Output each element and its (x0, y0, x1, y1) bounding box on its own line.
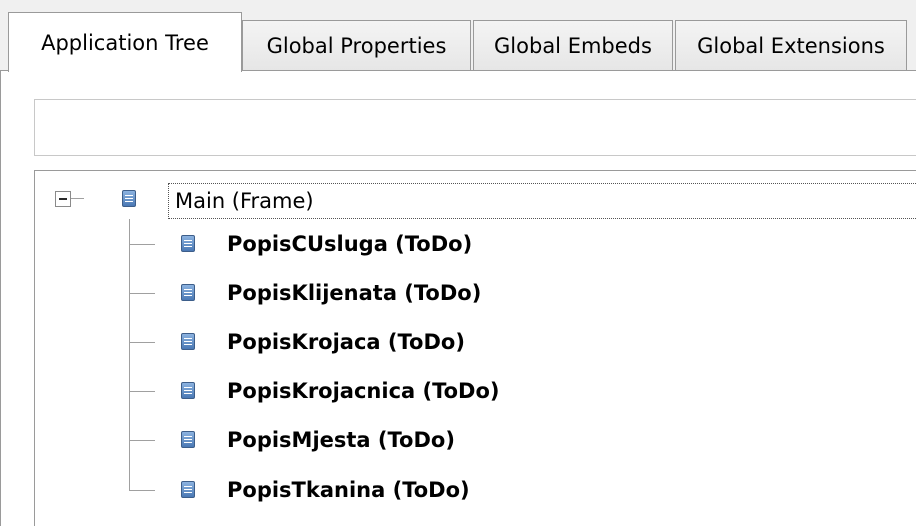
tree-connector (71, 198, 84, 199)
tree-connector (129, 440, 155, 441)
tree-connector (129, 293, 155, 294)
tree-connector (129, 342, 155, 343)
tree-connector (129, 391, 155, 392)
app-window: Application Tree Global Properties Globa… (0, 0, 916, 526)
tab-global-extensions[interactable]: Global Extensions (675, 20, 907, 71)
tab-strip: Application Tree Global Properties Globa… (0, 0, 916, 72)
filter-input[interactable] (34, 99, 916, 156)
procedure-icon (181, 333, 195, 350)
tree-node-popistkanina[interactable]: PopisTkanina (ToDo) (227, 478, 470, 502)
tree-node-main[interactable]: Main (Frame) (168, 183, 916, 219)
tree-node-popiscusluga[interactable]: PopisCUsluga (ToDo) (227, 232, 472, 256)
application-tree[interactable]: Main (Frame) PopisCUsluga (ToDo) PopisKl… (34, 170, 916, 526)
tree-connector (129, 244, 155, 245)
tree-node-popismjesta[interactable]: PopisMjesta (ToDo) (227, 428, 455, 452)
collapse-toggle-icon[interactable] (55, 191, 71, 207)
tree-node-popiskrojaca[interactable]: PopisKrojaca (ToDo) (227, 330, 465, 354)
tree-node-popisklijenata[interactable]: PopisKlijenata (ToDo) (227, 281, 481, 305)
procedure-icon (181, 235, 195, 252)
tree-node-popiskrojacnica[interactable]: PopisKrojacnica (ToDo) (227, 379, 500, 403)
procedure-icon (181, 382, 195, 399)
tree-trunk-line (129, 219, 130, 491)
tab-global-properties[interactable]: Global Properties (242, 20, 471, 71)
procedure-icon (181, 431, 195, 448)
procedure-icon (122, 190, 136, 207)
tree-connector (129, 490, 155, 491)
procedure-icon (181, 481, 195, 498)
tab-content-panel: Main (Frame) PopisCUsluga (ToDo) PopisKl… (0, 70, 916, 526)
procedure-icon (181, 284, 195, 301)
tab-global-embeds[interactable]: Global Embeds (473, 20, 673, 71)
tree-node-label: Main (Frame) (175, 189, 314, 213)
tab-application-tree[interactable]: Application Tree (8, 12, 242, 72)
